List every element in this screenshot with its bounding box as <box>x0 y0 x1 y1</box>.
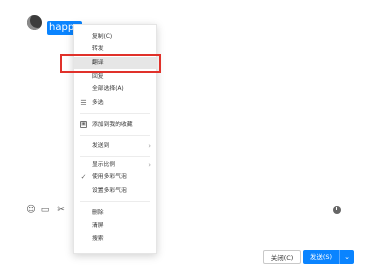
menu-item-clear[interactable]: 清屏 <box>74 220 156 232</box>
menu-item-send-to-label: 发送到 <box>92 143 110 149</box>
menu-item-add-to-favorites-label: 添加到我的收藏 <box>92 122 133 128</box>
menu-separator <box>80 156 150 157</box>
menu-separator <box>80 201 150 202</box>
close-button[interactable]: 关闭(C) <box>263 250 301 264</box>
menu-separator <box>80 113 150 114</box>
menu-item-delete[interactable]: 删除 <box>74 207 156 219</box>
menu-item-forward-label: 转发 <box>92 46 104 52</box>
menu-item-select-all[interactable]: 全部选择(A) <box>74 83 156 95</box>
menu-item-multi-select-label: 多选 <box>92 100 104 106</box>
menu-item-delete-label: 删除 <box>92 210 104 216</box>
favorite-icon: ▣ <box>80 121 87 128</box>
menu-item-use-color-bubble-label: 使用多彩气泡 <box>92 174 127 180</box>
menu-item-send-to[interactable]: 发送到 › <box>74 140 156 152</box>
emoji-icon[interactable]: ☺ <box>26 205 36 215</box>
menu-item-set-color-bubble[interactable]: 设置多彩气泡 <box>74 185 156 197</box>
menu-separator <box>80 135 150 136</box>
menu-item-multi-select[interactable]: ☰ 多选 <box>74 97 156 109</box>
menu-item-copy[interactable]: 复制(C) <box>74 31 156 43</box>
menu-item-copy-label: 复制(C) <box>92 34 113 40</box>
menu-item-clear-label: 清屏 <box>92 223 104 229</box>
menu-item-display-ratio-label: 显示比例 <box>92 162 116 168</box>
chevron-right-icon: › <box>148 142 151 150</box>
send-button[interactable]: 发送(S) <box>303 250 339 264</box>
menu-item-search[interactable]: 搜索 <box>74 233 156 245</box>
menu-item-set-color-bubble-label: 设置多彩气泡 <box>92 188 127 194</box>
chevron-right-icon: › <box>148 161 151 169</box>
multi-select-icon: ☰ <box>80 99 87 107</box>
menu-item-display-ratio[interactable]: 显示比例 › <box>74 159 156 171</box>
checkmark-icon: ✓ <box>80 173 87 181</box>
menu-item-search-label: 搜索 <box>92 236 104 242</box>
history-icon[interactable] <box>333 206 341 214</box>
avatar[interactable] <box>27 15 42 30</box>
highlight-box <box>60 54 161 73</box>
send-options-dropdown[interactable]: ⌄ <box>339 250 354 264</box>
menu-item-use-color-bubble[interactable]: ✓ 使用多彩气泡 <box>74 171 156 183</box>
menu-item-add-to-favorites[interactable]: ▣ 添加到我的收藏 <box>74 119 156 131</box>
scissors-icon[interactable]: ✂ <box>56 205 66 215</box>
image-icon[interactable]: ▭ <box>40 205 50 215</box>
menu-item-reply-label: 回复 <box>92 74 104 80</box>
menu-item-select-all-label: 全部选择(A) <box>92 86 124 92</box>
